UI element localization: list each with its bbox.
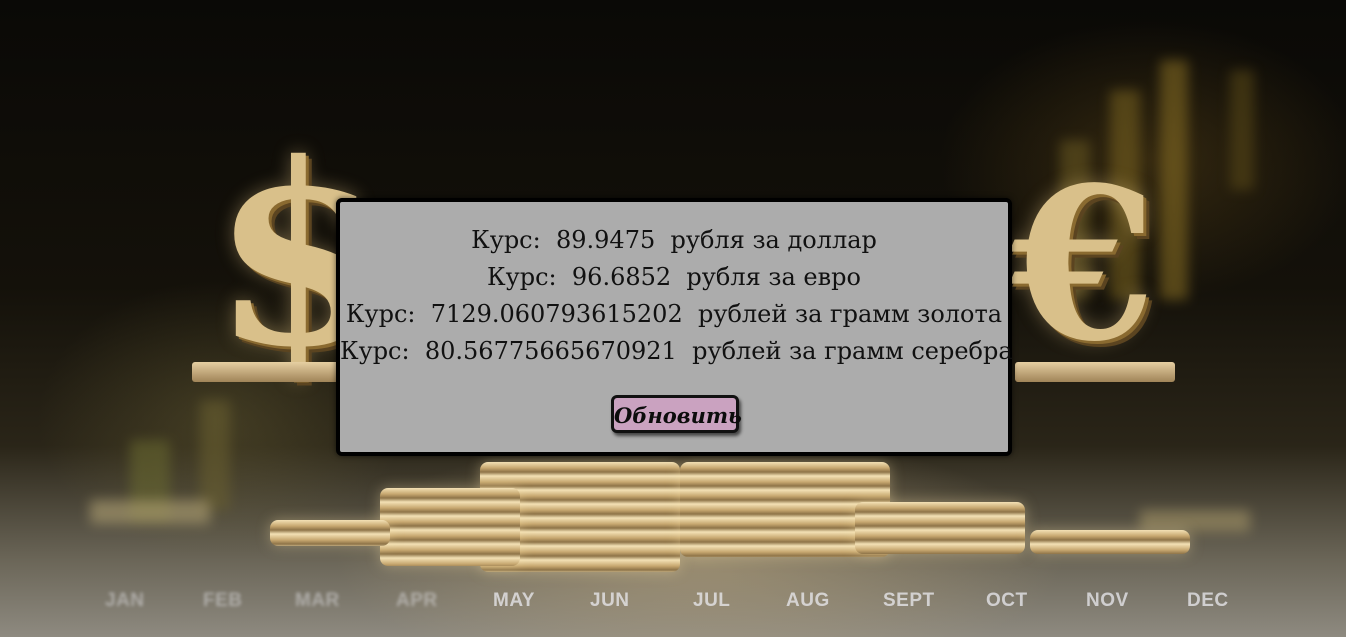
month-label: DEC: [1187, 590, 1229, 611]
coin-stack: [1030, 530, 1190, 554]
coin-stack: [380, 488, 520, 566]
eur-rate-line: Курс: 96.6852 рубля за евро: [340, 259, 1008, 296]
rate-prefix: Курс:: [340, 337, 410, 365]
month-label: FEB: [203, 590, 243, 611]
month-label: APR: [396, 590, 438, 611]
silver-rate-value: 80.56775665670921: [424, 337, 677, 365]
eur-rate-value: 96.6852: [571, 263, 672, 291]
coin-stack: [270, 520, 390, 546]
month-label: JUN: [590, 590, 630, 611]
bokeh-light: [90, 500, 210, 524]
rate-prefix: Курс:: [345, 300, 416, 328]
month-label: NOV: [1086, 590, 1129, 611]
refresh-button[interactable]: Обновить: [611, 395, 742, 433]
rate-unit: рублей за грамм серебра: [692, 337, 1013, 365]
scale-plate-right: [1015, 362, 1175, 382]
rates-list: Курс: 89.9475 рубля за доллар Курс: 96.6…: [340, 222, 1013, 370]
silver-rate-line: Курс: 80.56775665670921 рублей за грамм …: [340, 333, 1013, 370]
month-label: AUG: [786, 590, 830, 611]
month-axis: JAN FEB MAR APR MAY JUN JUL AUG SEPT OCT…: [0, 590, 1346, 618]
rate-unit: рубля за евро: [686, 263, 861, 291]
bokeh-light: [1230, 70, 1254, 190]
gold-rate-line: Курс: 7129.060793615202 рублей за грамм …: [340, 296, 1008, 333]
scale-plate-left: [192, 362, 352, 382]
month-label: OCT: [986, 590, 1028, 611]
month-label: MAY: [493, 590, 535, 611]
usd-rate-line: Курс: 89.9475 рубля за доллар: [340, 222, 1008, 259]
rate-unit: рублей за грамм золота: [698, 300, 1003, 328]
bokeh-light: [1140, 510, 1250, 532]
coin-stack: [855, 502, 1025, 554]
usd-rate-value: 89.9475: [555, 226, 656, 254]
bokeh-light: [1160, 60, 1188, 300]
gold-rate-value: 7129.060793615202: [430, 300, 683, 328]
rate-prefix: Курс:: [487, 263, 557, 291]
month-label: JUL: [693, 590, 731, 611]
month-label: JAN: [105, 590, 145, 611]
month-label: SEPT: [883, 590, 935, 611]
rate-unit: рубля за доллар: [670, 226, 877, 254]
month-label: MAR: [295, 590, 340, 611]
rates-panel: Курс: 89.9475 рубля за доллар Курс: 96.6…: [336, 198, 1013, 456]
euro-sign-icon: €: [1010, 141, 1157, 388]
rate-prefix: Курс:: [471, 226, 541, 254]
bokeh-light: [200, 400, 230, 510]
